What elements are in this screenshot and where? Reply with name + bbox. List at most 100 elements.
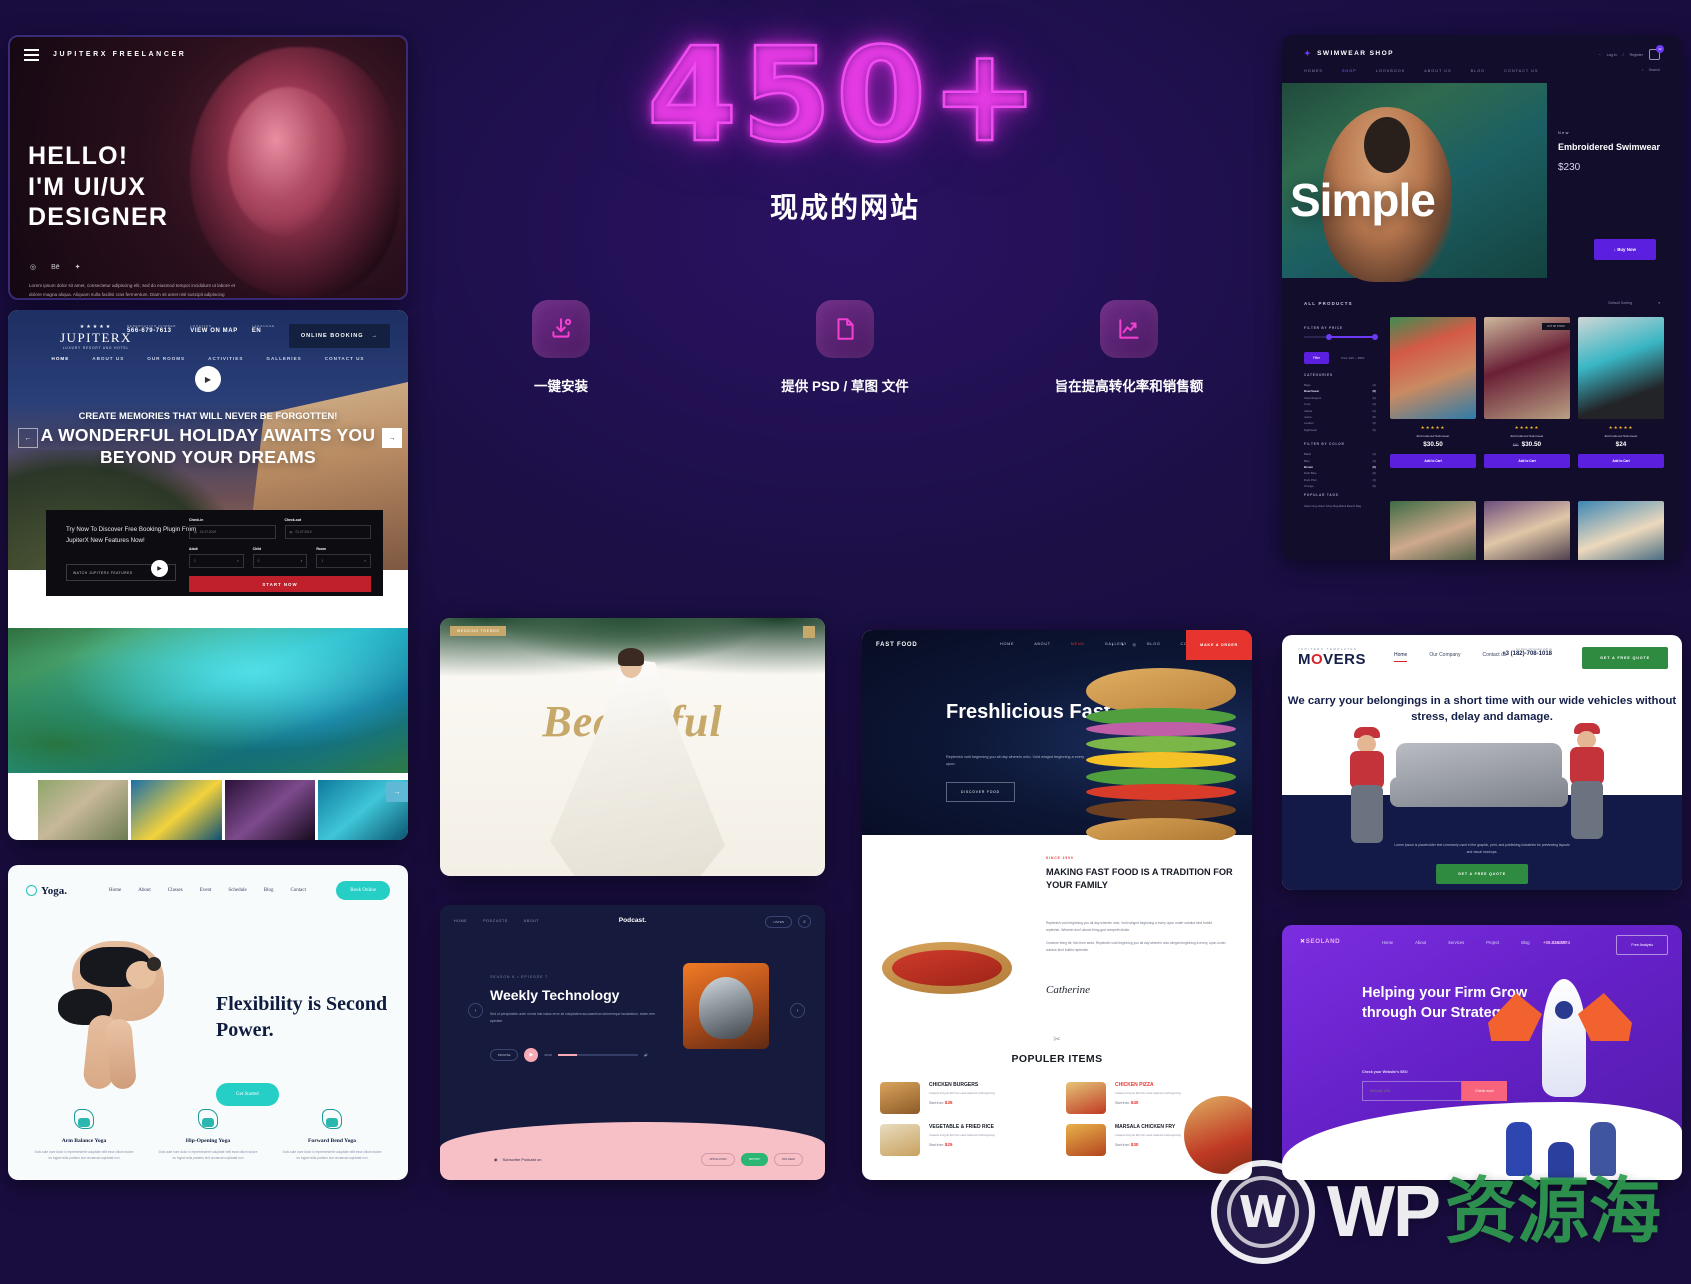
sorting-select[interactable]: Default Sorting ▾: [1608, 301, 1660, 305]
checkin-field[interactable]: Check-in ▤ 01.07.2019: [189, 518, 276, 539]
product-card[interactable]: ★★★★★ Embroidered Swimwear $30.50 Add to…: [1390, 317, 1476, 468]
discover-food-button[interactable]: DISCOVER FOOD: [946, 782, 1015, 802]
nav-item[interactable]: LOOKBOOK: [1376, 69, 1406, 73]
online-booking-button[interactable]: ONLINE BOOKING →: [288, 324, 390, 348]
seo-check-form[interactable]: Check now!: [1362, 1081, 1507, 1101]
nav-item[interactable]: Contact: [290, 888, 306, 893]
seoland-nav[interactable]: Home About Services Project Blog Contact: [1382, 940, 1566, 945]
yoga-menu[interactable]: Home About Classes Event Schedule Blog C…: [109, 888, 306, 893]
nav-item[interactable]: BLOG: [1471, 69, 1486, 73]
room-select[interactable]: 1 ▾: [316, 554, 372, 568]
nav-item[interactable]: CONTACT US: [1504, 69, 1538, 73]
search-input[interactable]: Search: [1649, 68, 1660, 72]
template-card-fastfood[interactable]: FAST FOOD HOME ABOUT MENU GALLERY BLOG C…: [862, 630, 1252, 1180]
instagram-icon[interactable]: ◎: [1133, 642, 1137, 647]
platform-buttons[interactable]: APPLE MUSIC SPOTIFY RSS FEED: [701, 1153, 803, 1166]
nav-item[interactable]: CONTACT US: [325, 356, 365, 361]
template-card-podcast[interactable]: HOME PODCASTS ABOUT Podcast. LISTEN ⌕ SE…: [440, 905, 825, 1180]
browse-button[interactable]: BROWSE: [490, 1049, 519, 1061]
nav-item[interactable]: ABOUT US: [92, 356, 124, 361]
nav-item[interactable]: OUR ROOMS: [147, 356, 185, 361]
register-link[interactable]: Register: [1630, 53, 1643, 57]
nav-item[interactable]: Blog: [1521, 940, 1529, 945]
template-card-swimwear[interactable]: ✦ SWIMWEAR SHOP ◔ Log In / Register HOMES…: [1282, 35, 1682, 560]
apple-music-button[interactable]: APPLE MUSIC: [701, 1153, 735, 1166]
nav-item[interactable]: Our Company: [1429, 652, 1460, 662]
seoland-logo[interactable]: ✕SEOLAND: [1300, 938, 1340, 945]
add-to-cart-button[interactable]: Add to Cart: [1390, 454, 1476, 468]
adult-field[interactable]: Adult 1 ▾: [189, 547, 244, 568]
website-url-input[interactable]: [1362, 1081, 1462, 1101]
nav-item[interactable]: HOME: [52, 356, 70, 361]
carousel-prev-icon[interactable]: ←: [18, 428, 38, 448]
nav-item[interactable]: About: [138, 888, 151, 893]
location-value[interactable]: VIEW ON MAP: [190, 328, 238, 334]
nav-item[interactable]: Classes: [168, 888, 183, 893]
social-links[interactable]: ◎ Bē ✦: [30, 263, 81, 272]
room-field[interactable]: Room 1 ▾: [316, 547, 372, 568]
nav-item[interactable]: About: [1415, 940, 1426, 945]
checkout-field[interactable]: Check-out ▤ 01.07.2019: [284, 518, 371, 539]
hotel-nav[interactable]: HOME ABOUT US OUR ROOMS ACTIVITIES GALLE…: [8, 356, 408, 361]
menu-item[interactable]: CHICKEN BURGERS Creature bring let fish …: [880, 1082, 1048, 1114]
thumbnail[interactable]: [38, 780, 129, 840]
book-online-button[interactable]: Book Online: [336, 881, 390, 900]
color-item[interactable]: Orange (5): [1304, 483, 1376, 489]
nav-item[interactable]: GALLERIES: [266, 356, 301, 361]
nav-item[interactable]: Home: [109, 888, 121, 893]
nav-item[interactable]: PODCASTS: [483, 919, 508, 923]
popular-tags-list[interactable]: Swimming Wear Shop Bag Bikini Beach Bag: [1304, 503, 1361, 509]
template-card-seoland[interactable]: ✕SEOLAND Home About Services Project Blo…: [1282, 925, 1682, 1180]
child-field[interactable]: Child 0 ▾: [252, 547, 308, 568]
login-link[interactable]: Log In: [1607, 53, 1617, 57]
yoga-logo[interactable]: Yoga.: [26, 885, 67, 897]
podcast-header-actions[interactable]: LISTEN ⌕: [765, 915, 811, 928]
cart-icon[interactable]: [1649, 45, 1664, 60]
swimwear-nav[interactable]: HOMES SHOP LOOKBOOK ABOUT US BLOG CONTAC…: [1304, 69, 1538, 73]
rss-feed-button[interactable]: RSS FEED: [774, 1153, 803, 1166]
language-info[interactable]: LANGUAGE EN: [252, 324, 275, 334]
product-image[interactable]: [1484, 501, 1570, 560]
spotify-button[interactable]: SPOTIFY: [740, 1153, 769, 1166]
nav-item[interactable]: BLOG: [1147, 642, 1160, 646]
nav-item[interactable]: MENU: [1071, 642, 1085, 646]
swimwear-brand[interactable]: ✦ SWIMWEAR SHOP: [1304, 49, 1394, 58]
template-card-hotel[interactable]: ★★★★★ JUPITERX LUXURY RESORT AND HOTEL R…: [8, 310, 408, 840]
product-card[interactable]: OUT OF STOCK ★★★★★ Embroidered Swimwear …: [1484, 317, 1570, 468]
nav-item[interactable]: Schedule: [228, 888, 246, 893]
template-card-wedding[interactable]: WEDDING TRENDS Beautiful: [440, 618, 825, 876]
adult-select[interactable]: 1 ▾: [189, 554, 244, 568]
add-to-cart-button[interactable]: Add to Cart: [1578, 454, 1664, 468]
nav-item[interactable]: HOME: [1000, 642, 1014, 646]
search-icon[interactable]: ⌕: [798, 915, 811, 928]
thumbnail[interactable]: [131, 780, 222, 840]
make-order-button[interactable]: MAKE A ORDER: [1186, 630, 1252, 660]
language-value[interactable]: EN: [252, 328, 275, 334]
activity-thumbnails[interactable]: [38, 780, 408, 840]
progress-bar[interactable]: [557, 1054, 638, 1056]
product-image[interactable]: [1390, 501, 1476, 560]
twitter-icon[interactable]: ✦: [75, 263, 81, 271]
phone-number[interactable]: +3 (182)-708-1018: [1502, 651, 1552, 657]
nav-item[interactable]: Services: [1448, 940, 1464, 945]
carousel-next-icon[interactable]: ›: [790, 1003, 805, 1018]
template-card-yoga[interactable]: Yoga. Home About Classes Event Schedule …: [8, 865, 408, 1180]
dribbble-icon[interactable]: ◎: [30, 263, 36, 271]
seoland-phone[interactable]: +08.816.8874: [1543, 940, 1570, 945]
thumbnails-next-icon[interactable]: →: [386, 782, 408, 802]
fastfood-nav[interactable]: HOME ABOUT MENU GALLERY BLOG CONTACT: [1000, 642, 1203, 646]
price-range-slider[interactable]: [1304, 334, 1378, 340]
product-image[interactable]: [1578, 501, 1664, 560]
twitter-icon[interactable]: ✦: [1121, 642, 1124, 647]
menu-item[interactable]: VEGETABLE & FRIED RICE Creature bring le…: [880, 1124, 1048, 1156]
nav-item[interactable]: ABOUT US: [1424, 69, 1451, 73]
carousel-next-icon[interactable]: →: [382, 428, 402, 448]
checkin-input[interactable]: ▤ 01.07.2019: [189, 525, 276, 539]
movers-nav[interactable]: Home Our Company Contact us: [1394, 652, 1506, 662]
fastfood-brand[interactable]: FAST FOOD: [876, 642, 918, 648]
template-card-freelancer[interactable]: JUPITERX FREELANCER HELLO! I'M UI/UX DES…: [8, 35, 408, 300]
check-now-button[interactable]: Check now!: [1462, 1081, 1507, 1101]
volume-icon[interactable]: 🔊: [644, 1053, 648, 1057]
get-started-button[interactable]: Get Started: [216, 1083, 279, 1106]
nav-item[interactable]: Project: [1486, 940, 1499, 945]
